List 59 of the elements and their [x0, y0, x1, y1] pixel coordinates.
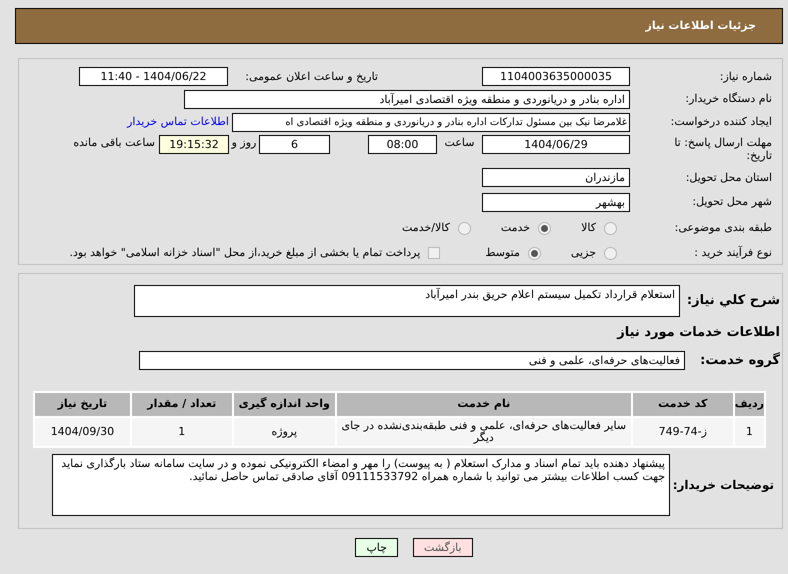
time-label: ساعت — [444, 135, 476, 152]
back-button[interactable]: بازگشت — [412, 538, 473, 557]
field-label: نوع فرآیند خرید : — [693, 244, 772, 261]
radio-label: متوسط — [485, 244, 520, 261]
field-label: استان محل تحویل: — [684, 170, 772, 186]
field-label: شرح کلي نياز: — [686, 292, 780, 310]
text-field[interactable]: بهشهر — [482, 193, 630, 212]
field-label: ایجاد کننده درخواست: — [670, 114, 772, 130]
text-field[interactable]: 08:00 — [368, 135, 437, 154]
radio-label: جزیی — [570, 244, 596, 261]
column-header: واحد اندازه گیری — [232, 392, 336, 416]
description-textarea[interactable]: استعلام قرارداد تکمیل سیستم اعلام حریق بندر امیرآباد — [134, 285, 680, 317]
radio-button[interactable] — [604, 222, 617, 235]
field-label: تاریخ و ساعت اعلان عمومی: — [244, 68, 378, 85]
radio-label: کالا/خدمت — [402, 220, 450, 236]
treasury-note: پرداخت تمام یا بخشی از مبلغ خرید،از محل "اسناد خزانه اسلامی" خواهد بود. — [70, 244, 420, 261]
column-header: ردیف — [734, 392, 765, 416]
table-cell: سایر فعالیت‌های حرفه‌ای، علمی و فنی طبقه‌بندی‌نشده در جای دیگر — [336, 416, 632, 446]
text-field[interactable]: 6 — [259, 135, 330, 154]
field-label: توضیحات خریدار: — [672, 476, 775, 494]
remaining-label: ساعت باقی مانده — [73, 135, 155, 152]
text-field[interactable]: فعالیت‌های حرفه‌ای، علمی و فنی — [139, 351, 685, 370]
text-field[interactable]: 1404/06/29 — [482, 135, 630, 154]
print-button[interactable]: چاپ — [355, 538, 398, 557]
radio-button[interactable] — [604, 246, 617, 260]
buyer-contact-link[interactable]: اطلاعات تماس خریدار — [127, 114, 229, 131]
notes-line: جهت کسب اطلاعات بیشتر می توانید با شماره همراه 09111533792 آقای صادقی تماس حاصل نمائید. — [188, 470, 665, 482]
table-cell: 1 — [130, 416, 233, 446]
field-label: شماره نیاز: — [718, 68, 772, 85]
checkbox[interactable] — [428, 247, 440, 260]
text-field[interactable]: مازندران — [482, 168, 630, 188]
column-header: تعداد / مقدار — [130, 392, 233, 416]
days-label: روز و — [230, 135, 258, 152]
radio-label: کالا — [581, 220, 596, 236]
radio-label: خدمت — [500, 220, 530, 236]
text-field[interactable]: غلامرضا نیک بین مسئول تدارکات اداره بنادر و دریانوردی و منطقه ویژه اقتصادی اه — [232, 112, 630, 132]
column-header: تاریخ نیاز — [34, 392, 131, 416]
field-label: مهلت ارسال پاسخ: تا تاریخ: — [673, 135, 772, 162]
table-cell: ز-74-749 — [632, 416, 734, 446]
page-title: جزئیات اطلاعات نیاز — [646, 18, 756, 34]
column-header: نام خدمت — [336, 392, 632, 416]
table-cell: 1404/09/30 — [34, 416, 131, 446]
field-label: گروه خدمت: — [699, 351, 780, 370]
column-header: کد خدمت — [632, 392, 734, 416]
text-field[interactable]: اداره بنادر و دریانوردی و منطقه ویژه اقتصادی امیرآباد — [184, 90, 630, 110]
text-field[interactable]: 1104003635000035 — [482, 67, 630, 86]
field-label: طبقه بندی موضوعی: — [674, 220, 772, 236]
field-label: شهر محل تحویل: — [691, 194, 772, 210]
table-cell: پروژه — [232, 416, 336, 446]
radio-button[interactable] — [528, 246, 541, 260]
notes-textarea[interactable] — [52, 454, 670, 516]
notes-line: پیشنهاد دهنده باید تمام اسناد و مدارک استعلام ( به پیوست) را مهر و امضاء الکترونیکی نموده و در سایت سامانه ستاد بارگذاری نماید — [60, 456, 665, 470]
radio-button[interactable] — [458, 222, 471, 235]
text-field[interactable]: 1404/06/22 - 11:40 — [79, 67, 228, 86]
section-heading: اطلاعات خدمات مورد نیاز — [617, 325, 780, 340]
table-cell: 1 — [734, 416, 765, 446]
radio-button[interactable] — [538, 222, 552, 235]
remaining-time-field[interactable]: 19:15:32 — [159, 135, 229, 154]
field-label: نام دستگاه خریدار: — [684, 91, 772, 108]
